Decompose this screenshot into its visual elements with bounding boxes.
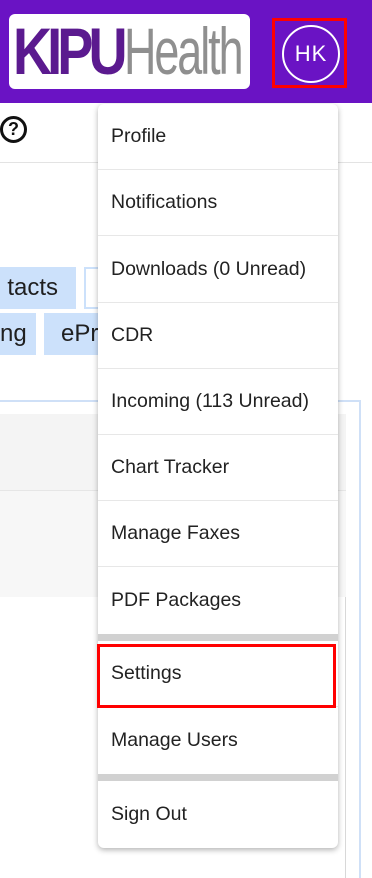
tab-eprescribing[interactable]: ePr [44,313,98,355]
tab-ng-partial[interactable]: ng [0,313,36,355]
logo-kipu-text: KIPU [13,14,128,88]
settings-highlight-box [97,644,336,708]
top-navigation-bar: KIPU Health HK [0,0,372,103]
menu-item-manage-faxes[interactable]: Manage Faxes [98,501,338,567]
menu-item-manage-users[interactable]: Manage Users [98,707,338,773]
menu-item-downloads[interactable]: Downloads (0 Unread) [98,237,338,303]
user-dropdown-menu: Profile Notifications Downloads (0 Unrea… [98,104,338,848]
menu-separator [98,774,338,781]
menu-item-cdr[interactable]: CDR [98,303,338,369]
menu-item-profile[interactable]: Profile [98,104,338,170]
menu-item-notifications[interactable]: Notifications [98,170,338,236]
menu-item-chart-tracker[interactable]: Chart Tracker [98,435,338,501]
tab-outline-partial[interactable] [84,267,98,309]
tab-contacts[interactable]: tacts [0,267,76,309]
menu-item-incoming[interactable]: Incoming (113 Unread) [98,369,338,435]
question-circle-icon[interactable]: ? [0,116,27,143]
logo-health-text: Health [124,14,244,88]
menu-separator [98,634,338,641]
menu-item-pdf-packages[interactable]: PDF Packages [98,567,338,633]
kipu-health-logo[interactable]: KIPU Health [9,14,250,89]
user-avatar-button[interactable]: HK [282,25,340,83]
menu-item-sign-out[interactable]: Sign Out [98,781,338,847]
